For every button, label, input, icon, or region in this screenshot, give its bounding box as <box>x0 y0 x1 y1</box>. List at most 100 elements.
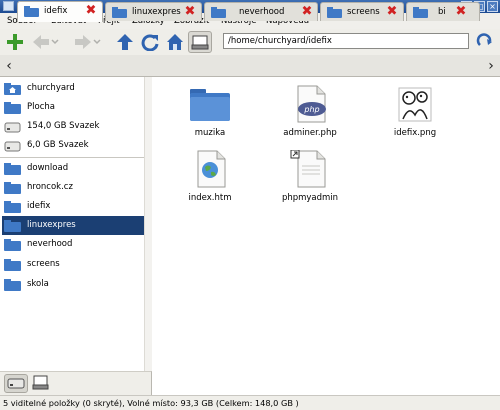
folder-icon <box>4 220 21 232</box>
file-item-adminer[interactable]: php adminer.php <box>255 85 365 138</box>
forward-button[interactable] <box>72 31 102 53</box>
tree-pane-button[interactable] <box>30 374 52 393</box>
folder-icon <box>4 259 21 271</box>
back-button[interactable] <box>30 31 60 53</box>
sidebar-item-label: linuxexpres <box>27 220 76 230</box>
tab-label: neverhood <box>239 7 285 17</box>
folder-icon <box>211 7 226 18</box>
symlink-file-icon <box>290 149 326 188</box>
file-item-idefix-png[interactable]: idefix.png <box>360 85 470 138</box>
up-button[interactable] <box>114 31 136 53</box>
sidebar-item-download[interactable]: download <box>2 159 150 178</box>
back-icon <box>33 35 59 49</box>
sidebar-separator <box>0 157 150 158</box>
sidebar-item-label: neverhood <box>27 239 73 249</box>
tab-neverhood[interactable]: neverhood ✖ <box>204 2 318 21</box>
sidebar-item-label: hroncok.cz <box>27 182 73 192</box>
tab-scroll-right-icon[interactable]: › <box>484 58 498 74</box>
file-label: muzika <box>194 128 226 138</box>
sidebar-item-label: download <box>27 163 69 173</box>
sidebar-item-label: screens <box>27 259 60 269</box>
sidebar-item-label: skola <box>27 279 49 289</box>
sidebar-item-volume-6[interactable]: 6,0 GB Svazek <box>2 136 150 155</box>
image-file-icon <box>398 87 432 122</box>
file-item-muzika[interactable]: muzika <box>155 87 265 138</box>
close-tab-icon[interactable]: ✖ <box>300 5 314 19</box>
tab-bar <box>0 55 500 77</box>
forward-icon <box>75 35 101 49</box>
drive-icon <box>7 378 25 389</box>
folder-icon <box>4 163 21 175</box>
home-button[interactable] <box>164 31 186 53</box>
tab-scroll-left-icon[interactable]: ‹ <box>2 58 16 74</box>
computer-button[interactable] <box>188 31 212 53</box>
folder-icon <box>4 201 21 213</box>
sidebar-item-hroncok[interactable]: hroncok.cz <box>2 178 150 197</box>
sidebar-pane-switcher <box>0 371 152 395</box>
file-view: muzika php adminer.php idefix.png index.… <box>153 77 500 395</box>
up-icon <box>117 34 133 50</box>
sidebar-item-label: Plocha <box>27 102 55 112</box>
sidebar-scrollbar[interactable] <box>144 77 152 371</box>
tab-screens[interactable]: screens ✖ <box>320 2 404 21</box>
file-label: idefix.png <box>393 128 437 138</box>
html-file-icon <box>197 150 226 188</box>
tab-bi[interactable]: bi ✖ <box>406 2 480 21</box>
sidebar-item-plocha[interactable]: Plocha <box>2 98 150 117</box>
tab-label: linuxexpres <box>132 7 181 17</box>
reload-icon <box>141 34 159 51</box>
drive-icon <box>4 141 21 152</box>
home-icon <box>167 34 183 50</box>
close-tab-icon[interactable]: ✖ <box>385 5 399 19</box>
sidebar-item-idefix[interactable]: idefix <box>2 197 150 216</box>
sidebar-item-label: churchyard <box>27 83 75 93</box>
folder-icon <box>24 6 39 17</box>
drive-icon <box>4 122 21 133</box>
file-item-index[interactable]: index.htm <box>155 150 265 203</box>
sidebar-item-label: idefix <box>27 201 51 211</box>
folder-icon <box>4 239 21 251</box>
sidebar-item-volume-154[interactable]: 154,0 GB Svazek <box>2 117 150 136</box>
desktop-icon <box>4 102 21 114</box>
close-window-button[interactable]: × <box>487 1 498 12</box>
folder-icon <box>190 89 230 121</box>
sidebar-item-churchyard[interactable]: churchyard <box>2 79 150 98</box>
file-label: index.htm <box>188 193 232 203</box>
close-tab-icon[interactable]: ✖ <box>183 5 197 19</box>
places-pane-button[interactable] <box>4 374 28 393</box>
folder-icon <box>112 7 127 18</box>
sidebar-item-neverhood[interactable]: neverhood <box>2 235 150 254</box>
new-tab-button[interactable] <box>4 31 26 53</box>
file-label: phpmyadmin <box>281 193 339 203</box>
php-file-icon: php <box>297 85 326 123</box>
computer-icon <box>32 375 49 390</box>
tab-linuxexpres[interactable]: linuxexpres ✖ <box>105 2 202 21</box>
computer-icon <box>191 35 209 50</box>
tab-label: idefix <box>44 6 68 16</box>
tab-label: bi <box>438 7 446 17</box>
folder-icon <box>4 279 21 291</box>
file-label: adminer.php <box>283 128 337 138</box>
sidebar: churchyard Plocha 154,0 GB Svazek 6,0 GB… <box>0 77 152 395</box>
tab-idefix[interactable]: idefix ✖ <box>17 1 103 22</box>
sidebar-item-linuxexpres[interactable]: linuxexpres <box>2 216 150 235</box>
sidebar-item-skola[interactable]: skola <box>2 275 150 294</box>
location-field[interactable]: /home/churchyard/idefix <box>223 33 469 49</box>
close-tab-icon[interactable]: ✖ <box>454 5 468 19</box>
svg-text:php: php <box>303 105 319 114</box>
folder-icon <box>413 7 428 18</box>
folder-icon <box>4 182 21 194</box>
go-arrow-icon <box>476 33 492 46</box>
reload-button[interactable] <box>139 31 161 53</box>
go-button[interactable] <box>476 33 494 49</box>
sidebar-item-label: 154,0 GB Svazek <box>27 121 100 131</box>
tab-label: screens <box>347 7 380 17</box>
sidebar-item-screens[interactable]: screens <box>2 255 150 274</box>
new-tab-icon <box>7 34 23 50</box>
window-icon <box>3 1 14 11</box>
folder-icon <box>327 7 342 18</box>
sidebar-item-label: 6,0 GB Svazek <box>27 140 89 150</box>
file-item-phpmyadmin[interactable]: phpmyadmin <box>255 149 365 203</box>
close-tab-icon[interactable]: ✖ <box>84 4 98 18</box>
status-bar: 5 viditelné položky (0 skryté), Volné mí… <box>0 395 500 410</box>
